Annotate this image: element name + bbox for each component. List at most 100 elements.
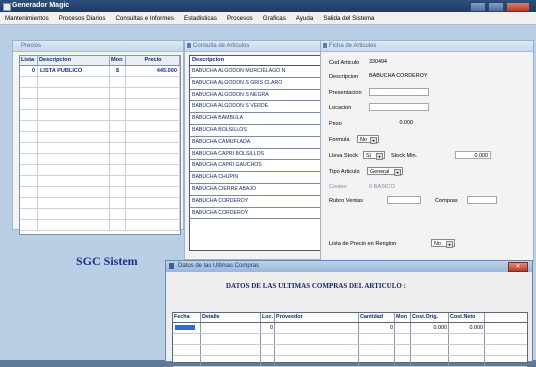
menu-mantenimientos[interactable]: Mantenimientos [0, 15, 54, 22]
peso-label: Peso [329, 121, 342, 127]
list-item[interactable]: BABUCHA ALGODON S VERDE [190, 101, 323, 114]
table-row[interactable] [20, 110, 180, 121]
list-item[interactable]: BABUCHA ALGODON MURCIELAGO N [190, 66, 323, 78]
col-cantidad[interactable]: Cantidad [359, 313, 395, 322]
maximize-button[interactable] [488, 2, 504, 12]
col-proveedor[interactable]: Proveedor [275, 313, 359, 322]
table-row[interactable] [20, 198, 180, 209]
presentacion-field[interactable] [369, 88, 429, 96]
article-form-panel: Ficha de Articulos Cod Articulo 330494 D… [320, 40, 534, 262]
lista-precio-renglon-select[interactable]: No ▾ [431, 239, 455, 248]
table-row[interactable] [173, 356, 527, 367]
menu-salida-sistema[interactable]: Salida del Sistema [318, 15, 379, 22]
menu-bar: Mantenimientos Procesos Diarios Consulta… [0, 12, 536, 25]
tipo-articulo-select[interactable]: General ▾ [367, 167, 403, 176]
col-lista[interactable]: Lista [20, 56, 38, 65]
table-row[interactable] [20, 132, 180, 143]
table-row[interactable] [173, 334, 527, 345]
list-item[interactable]: BABUCHA ALGODON S NEGRA [190, 90, 323, 102]
lista-precio-renglon-label: Lista de Precio en Renglon [329, 241, 397, 247]
table-row[interactable] [20, 220, 180, 231]
cell-cursor [175, 325, 195, 330]
rubro-ventas-field[interactable] [387, 196, 421, 204]
compras-field[interactable] [467, 196, 497, 204]
table-row[interactable] [20, 121, 180, 132]
col-cost-orig[interactable]: Cost.Orig. [411, 313, 449, 322]
dialog-title: Datos de las Ultimas Compras [178, 263, 260, 269]
formula-select[interactable]: No ▾ [357, 135, 379, 144]
compras-label: Compras [435, 198, 458, 204]
table-row[interactable] [20, 209, 180, 220]
app-icon [3, 3, 11, 11]
peso-field[interactable]: 0.000 [371, 119, 415, 127]
table-row[interactable] [20, 77, 180, 88]
menu-ayuda[interactable]: Ayuda [291, 15, 318, 22]
table-row[interactable] [20, 165, 180, 176]
close-window-button[interactable] [506, 2, 530, 12]
lleva-stock-select[interactable]: Si ▾ [363, 151, 385, 160]
list-item[interactable]: BABUCHA CAMUFLADA [190, 137, 323, 149]
articles-panel-title: Consulta de Articulos [193, 43, 250, 49]
locacion-field[interactable] [369, 103, 429, 111]
window-title-bar: Generador Magic [0, 0, 536, 12]
list-item[interactable]: BABUCHA CAPRI GAUCHOS [190, 160, 323, 173]
table-row[interactable] [20, 143, 180, 154]
col-fecha[interactable]: Fecha [173, 313, 201, 322]
menu-estadisticas[interactable]: Estadisticas [179, 15, 222, 22]
dialog-heading: DATOS DE LAS ULTIMAS COMPRAS DEL ARTICUL… [226, 282, 406, 290]
list-item[interactable]: BABUCHA ALGODON S GRIS CLARO [190, 78, 323, 90]
prices-panel-titlebar: Precios [13, 41, 183, 52]
cod-articulo-value[interactable]: 330494 [367, 58, 399, 66]
list-item[interactable]: BABUCHA CORDEROY [190, 208, 323, 220]
list-item[interactable]: BABUCHA CIERRE ABAJO [190, 184, 323, 196]
descripcion-label: Descripcion [329, 74, 359, 80]
compras-grid[interactable]: Fecha Detalle Loc. Proveedor Cantidad Mo… [172, 312, 528, 367]
articles-list[interactable]: Descripcion BABUCHA ALGODON MURCIELAGO N… [189, 55, 324, 251]
articles-panel: Consulta de Articulos Descripcion BABUCH… [184, 40, 328, 260]
col-descripcion[interactable]: Descripcion [38, 56, 110, 65]
presentacion-label: Presentacion [329, 90, 362, 96]
table-row[interactable]: 0 LISTA PUBLICO $ 445.000 [20, 66, 180, 77]
compras-grid-header: Fecha Detalle Loc. Proveedor Cantidad Mo… [173, 313, 527, 323]
col-mon[interactable]: Mon [395, 313, 411, 322]
table-row[interactable] [20, 187, 180, 198]
article-form-titlebar: Ficha de Articulos [321, 41, 533, 52]
locacion-label: Locacion [329, 105, 352, 111]
articles-panel-titlebar: Consulta de Articulos [185, 41, 327, 52]
menu-consultas-informes[interactable]: Consultas e Informes [110, 15, 178, 22]
window-title: Generador Magic [12, 2, 70, 9]
stock-min-field[interactable]: 0.000 [455, 151, 491, 159]
list-item[interactable]: BABUCHA BOLSILLOS [190, 125, 323, 137]
table-row[interactable] [20, 176, 180, 187]
table-row[interactable] [173, 345, 527, 356]
col-detalle[interactable]: Detalle [201, 313, 261, 322]
table-row[interactable] [20, 88, 180, 99]
list-item[interactable]: BABUCHA BAMBULA [190, 113, 323, 125]
col-precio[interactable]: Precio [126, 56, 180, 65]
chevron-down-icon: ▾ [446, 241, 453, 248]
costeo-value: 0 BASICO [369, 184, 395, 190]
minimize-button[interactable] [470, 2, 486, 12]
descripcion-field[interactable]: BABUCHA CORDEROY [367, 72, 447, 80]
col-mon[interactable]: Mon [110, 56, 126, 65]
menu-graficas[interactable]: Graficas [258, 15, 291, 22]
col-cost-neto[interactable]: Cost.Neto [449, 313, 485, 322]
lleva-stock-label: Lleva Stock [329, 153, 358, 159]
window-icon [169, 263, 174, 269]
list-item[interactable]: BABUCHA CORDEROY [190, 196, 323, 208]
table-row[interactable] [20, 154, 180, 165]
menu-procesos-diarios[interactable]: Procesos Diarios [54, 15, 111, 22]
prices-grid[interactable]: Lista Descripcion Mon Precio 0 LISTA PUB… [19, 55, 181, 235]
table-row[interactable] [20, 99, 180, 110]
article-form-title: Ficha de Articulos [329, 43, 377, 49]
list-item[interactable]: BABUCHA CHUPIN [190, 172, 323, 184]
menu-procesos[interactable]: Procesos [222, 15, 258, 22]
articles-list-header[interactable]: Descripcion [190, 56, 323, 66]
stock-min-label: Stock Min. [391, 153, 418, 159]
close-icon[interactable]: ✕ [508, 262, 528, 272]
table-row[interactable]: 0 0 0.000 0.000 [173, 323, 527, 334]
prices-panel-title: Precios [21, 43, 42, 49]
col-loc[interactable]: Loc. [261, 313, 275, 322]
chevron-down-icon: ▾ [370, 137, 377, 144]
list-item[interactable]: BABUCHA CAPRI BOLSILLOS [190, 149, 323, 161]
